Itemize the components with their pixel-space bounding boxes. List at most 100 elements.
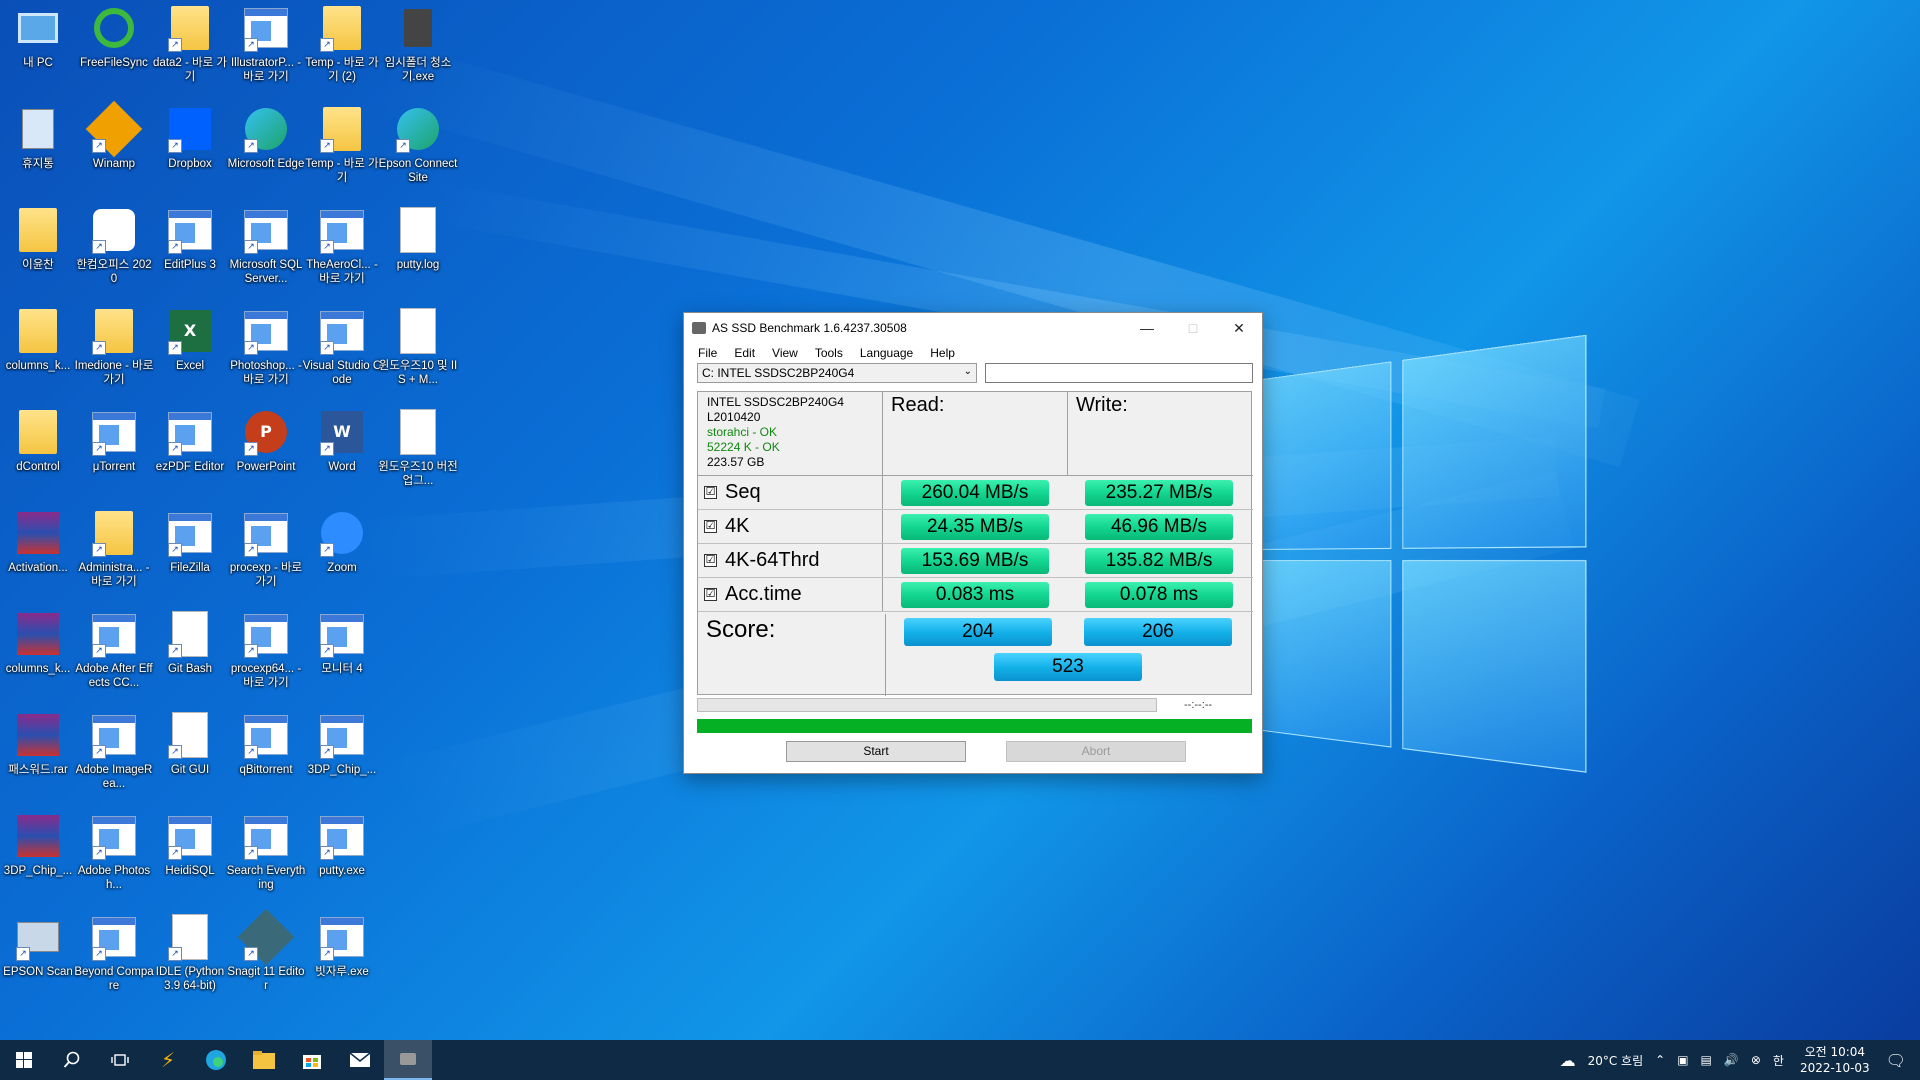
- desktop-icon[interactable]: ↗ Adobe ImageRea...: [76, 711, 152, 807]
- desktop-icon[interactable]: ↗ Git Bash: [152, 610, 228, 706]
- desktop-icon[interactable]: ↗ Git GUI: [152, 711, 228, 807]
- desktop-icon[interactable]: ↗ Epson Connect Site: [380, 105, 456, 201]
- desktop-icon[interactable]: ↗ Beyond Compare: [76, 913, 152, 1009]
- desktop-icon[interactable]: 내 PC: [0, 4, 76, 100]
- desktop-icon[interactable]: ↗ Microsoft Edge: [228, 105, 304, 201]
- desktop-icon[interactable]: P ↗ PowerPoint: [228, 408, 304, 504]
- weather-text[interactable]: 20°C 흐림: [1588, 1052, 1644, 1069]
- desktop-icon[interactable]: columns_k...: [0, 307, 76, 403]
- folder-icon: ↗: [318, 4, 366, 52]
- desktop-icon[interactable]: ↗ Temp - 바로 가기: [304, 105, 380, 201]
- close-circle-icon[interactable]: ⊗: [1751, 1053, 1761, 1067]
- chevron-up-icon[interactable]: ⌃: [1655, 1053, 1665, 1067]
- winamp-icon: ↗: [90, 105, 138, 153]
- desktop-icon[interactable]: putty.log: [380, 206, 456, 302]
- info-field[interactable]: [985, 363, 1253, 383]
- desktop-icon[interactable]: Activation...: [0, 509, 76, 605]
- desktop-icon[interactable]: ↗ Photoshop... - 바로 가기: [228, 307, 304, 403]
- as-ssd-taskbar-icon[interactable]: [384, 1040, 432, 1080]
- title-bar[interactable]: AS SSD Benchmark 1.6.4237.30508 — □ ✕: [684, 313, 1262, 343]
- 4k-checkbox[interactable]: ☑: [704, 520, 717, 533]
- task-view-icon[interactable]: [96, 1040, 144, 1080]
- desktop-icon[interactable]: 패스워드.rar: [0, 711, 76, 807]
- maximize-button[interactable]: □: [1170, 313, 1216, 343]
- desktop-icon[interactable]: ↗ μTorrent: [76, 408, 152, 504]
- ime-indicator[interactable]: 한: [1773, 1052, 1784, 1069]
- menu-tools[interactable]: Tools: [815, 346, 843, 360]
- desktop-icon[interactable]: W ↗ Word: [304, 408, 380, 504]
- search-icon[interactable]: [48, 1040, 96, 1080]
- abort-button[interactable]: Abort: [1006, 741, 1186, 762]
- desktop-icon[interactable]: X ↗ Excel: [152, 307, 228, 403]
- desktop-icon[interactable]: ↗ putty.exe: [304, 812, 380, 908]
- desktop-icon[interactable]: FreeFileSync: [76, 4, 152, 100]
- desktop-icon[interactable]: ↗ 모니터 4: [304, 610, 380, 706]
- test-row: ☑ 4K 24.35 MB/s 46.96 MB/s: [698, 510, 1253, 544]
- network-icon[interactable]: ▤: [1701, 1053, 1712, 1067]
- desktop-icon[interactable]: ↗ procexp - 바로 가기: [228, 509, 304, 605]
- desktop-icon[interactable]: ↗ FileZilla: [152, 509, 228, 605]
- desktop-icon[interactable]: ↗ Administra... - 바로 가기: [76, 509, 152, 605]
- desktop-icon[interactable]: ↗ EditPlus 3: [152, 206, 228, 302]
- desktop-icon[interactable]: ↗ IDLE (Python 3.9 64-bit): [152, 913, 228, 1009]
- close-button[interactable]: ✕: [1216, 313, 1262, 343]
- menu-file[interactable]: File: [698, 346, 717, 360]
- menu-view[interactable]: View: [772, 346, 798, 360]
- minimize-button[interactable]: —: [1124, 313, 1170, 343]
- desktop-icon[interactable]: dControl: [0, 408, 76, 504]
- desktop-icon[interactable]: ↗ 3DP_Chip_...: [304, 711, 380, 807]
- menu-edit[interactable]: Edit: [734, 346, 755, 360]
- store-icon[interactable]: [288, 1040, 336, 1080]
- desktop-icon-label: data2 - 바로 가기: [150, 56, 230, 84]
- desktop-icon[interactable]: ↗ Zoom: [304, 509, 380, 605]
- desktop-icon[interactable]: ↗ procexp64... - 바로 가기: [228, 610, 304, 706]
- desktop-icon[interactable]: ↗ Imedione - 바로 가기: [76, 307, 152, 403]
- desktop-icon-label: ezPDF Editor: [150, 460, 230, 474]
- file-explorer-icon[interactable]: [240, 1040, 288, 1080]
- desktop-icon[interactable]: ↗ IllustratorP... - 바로 가기: [228, 4, 304, 100]
- desktop-icon[interactable]: ↗ HeidiSQL: [152, 812, 228, 908]
- app-icon: [692, 322, 706, 334]
- desktop-icon[interactable]: ↗ Microsoft SQL Server...: [228, 206, 304, 302]
- menu-help[interactable]: Help: [930, 346, 955, 360]
- desktop-icon[interactable]: ↗ Search Everything: [228, 812, 304, 908]
- menu-language[interactable]: Language: [860, 346, 913, 360]
- drive-select[interactable]: C: INTEL SSDSC2BP240G4 ⌄: [697, 363, 977, 383]
- seq-checkbox[interactable]: ☑: [704, 486, 717, 499]
- desktop-icon[interactable]: ↗ Snagit 11 Editor: [228, 913, 304, 1009]
- winamp-taskbar-icon[interactable]: ⚡: [144, 1040, 192, 1080]
- acctime-checkbox[interactable]: ☑: [704, 588, 717, 601]
- desktop-icon[interactable]: ↗ 한컴오피스 2020: [76, 206, 152, 302]
- desktop-icon[interactable]: ↗ Adobe After Effects CC...: [76, 610, 152, 706]
- desktop-icon[interactable]: ↗ Dropbox: [152, 105, 228, 201]
- desktop-icon[interactable]: ↗ Visual Studio Code: [304, 307, 380, 403]
- start-button[interactable]: Start: [786, 741, 966, 762]
- desktop-icon[interactable]: ↗ 빗자루.exe: [304, 913, 380, 1009]
- desktop-icon[interactable]: ↗ Adobe Photosh...: [76, 812, 152, 908]
- desktop-icon[interactable]: ↗ ezPDF Editor: [152, 408, 228, 504]
- desktop-icon[interactable]: 윈도우즈10 및 IIS + M...: [380, 307, 456, 403]
- desktop-icon[interactable]: ↗ TheAeroCl... - 바로 가기: [304, 206, 380, 302]
- as-ssd-window[interactable]: AS SSD Benchmark 1.6.4237.30508 — □ ✕ Fi…: [683, 312, 1263, 774]
- desktop-icon[interactable]: ↗ Winamp: [76, 105, 152, 201]
- notification-icon[interactable]: 🗨: [1886, 1051, 1906, 1070]
- display-icon[interactable]: ▣: [1677, 1053, 1688, 1067]
- desktop-icon[interactable]: ↗ qBittorrent: [228, 711, 304, 807]
- start-windows-icon[interactable]: [0, 1040, 48, 1080]
- cloud-icon[interactable]: ☁: [1560, 1051, 1576, 1070]
- edge-taskbar-icon[interactable]: [192, 1040, 240, 1080]
- desktop-icon[interactable]: ↗ Temp - 바로 가기 (2): [304, 4, 380, 100]
- desktop-icon[interactable]: 3DP_Chip_...: [0, 812, 76, 908]
- desktop-icon[interactable]: 윈도우즈10 버전 업그...: [380, 408, 456, 504]
- volume-icon[interactable]: 🔊: [1724, 1053, 1739, 1067]
- desktop-icon[interactable]: ↗ EPSON Scan: [0, 913, 76, 1009]
- desktop-icon[interactable]: ↗ data2 - 바로 가기: [152, 4, 228, 100]
- clock[interactable]: 오전 10:04 2022-10-03: [1800, 1044, 1870, 1076]
- desktop-icon[interactable]: 휴지통: [0, 105, 76, 201]
- desktop-icon[interactable]: 임시폴더 청소기.exe: [380, 4, 456, 100]
- desktop-icon-label: Adobe Photosh...: [74, 864, 154, 892]
- mail-icon[interactable]: [336, 1040, 384, 1080]
- 4k64-checkbox[interactable]: ☑: [704, 554, 717, 567]
- desktop-icon[interactable]: columns_k...: [0, 610, 76, 706]
- desktop-icon[interactable]: 이윤찬: [0, 206, 76, 302]
